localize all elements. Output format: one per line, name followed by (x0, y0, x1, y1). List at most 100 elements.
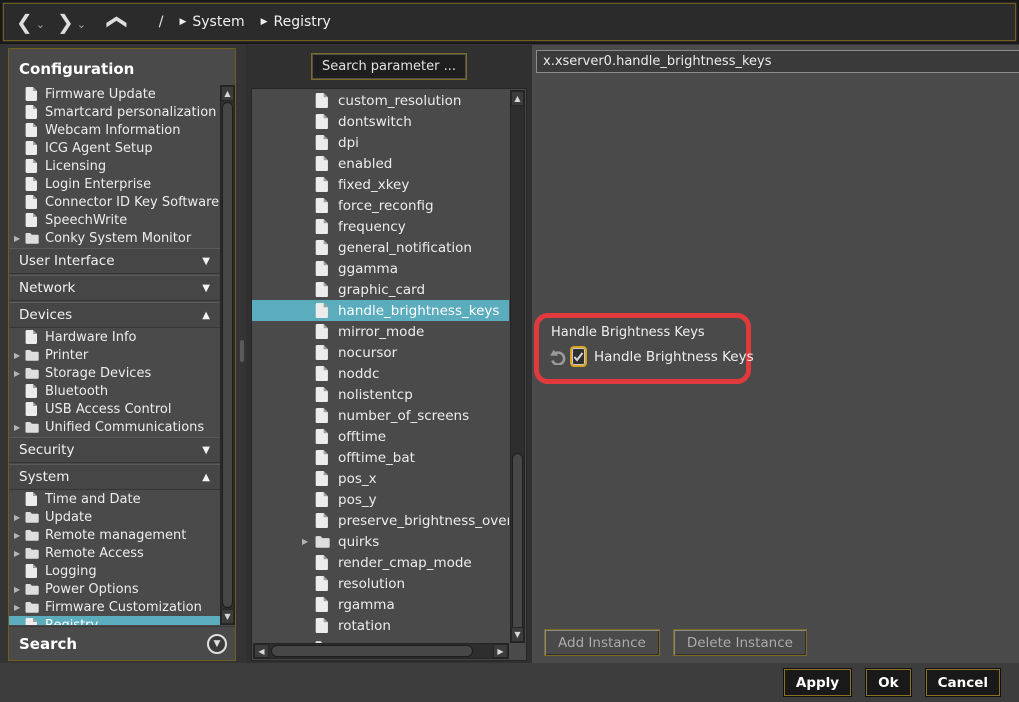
sidebar-tree-item[interactable]: ▶ Logging (9, 562, 220, 580)
tree-item-label: Update (45, 510, 92, 525)
scroll-down-icon[interactable]: ▼ (511, 627, 524, 642)
parameter-tree-item[interactable]: ▶ handle_brightness_keys (252, 300, 509, 321)
parameter-tree-item[interactable]: ▶ number_of_screens (252, 405, 509, 426)
forward-button[interactable]: ❯ (55, 12, 76, 32)
sidebar-section-header[interactable]: Security ▼ (9, 437, 220, 463)
registry-path-field[interactable] (536, 50, 1019, 73)
sidebar-tree-item[interactable]: ▶ Update (9, 508, 220, 526)
sidebar-scrollbar[interactable]: ▲ ▼ (220, 85, 235, 625)
parameter-scrollbar-vertical[interactable]: ▲ ▼ (510, 90, 525, 643)
expand-arrow-icon[interactable]: ▶ (14, 423, 25, 432)
document-icon (25, 330, 41, 344)
expand-arrow-icon[interactable]: ▶ (14, 234, 25, 243)
sidebar-tree-item[interactable]: ▶ Smartcard personalization (9, 103, 220, 121)
sidebar-tree-item[interactable]: ▶ Registry (9, 616, 220, 625)
parameter-tree-item[interactable]: ▶ (252, 636, 509, 643)
parameter-tree-item[interactable]: ▶ force_reconfig (252, 195, 509, 216)
scroll-up-icon[interactable]: ▲ (221, 86, 234, 101)
breadcrumb-registry[interactable]: Registry (274, 14, 331, 30)
reset-to-default-icon[interactable] (549, 349, 569, 365)
parameter-tree-item[interactable]: ▶ general_notification (252, 237, 509, 258)
scroll-left-icon[interactable]: ◀ (254, 644, 269, 658)
expand-arrow-icon[interactable]: ▶ (14, 531, 25, 540)
sidebar-tree-item[interactable]: ▶ Remote management (9, 526, 220, 544)
parameter-tree-item[interactable]: ▶ dpi (252, 132, 509, 153)
parameter-tree-item[interactable]: ▶ graphic_card (252, 279, 509, 300)
sidebar-tree-item[interactable]: ▶ SpeechWrite (9, 211, 220, 229)
sidebar-section-header[interactable]: System ▲ (9, 464, 220, 490)
expand-arrow-icon[interactable]: ▶ (14, 369, 25, 378)
cancel-button[interactable]: Cancel (926, 669, 1000, 696)
sidebar-search-section[interactable]: Search ▼ (9, 626, 235, 660)
parameter-tree-item[interactable]: ▶ ggamma (252, 258, 509, 279)
delete-instance-button[interactable]: Delete Instance (673, 629, 807, 656)
sidebar-tree-item[interactable]: ▶ Firmware Update (9, 85, 220, 103)
sidebar-tree-item[interactable]: ▶ Bluetooth (9, 382, 220, 400)
parameter-tree-item[interactable]: ▶ render_cmap_mode (252, 552, 509, 573)
parameter-tree-item[interactable]: ▶ offtime (252, 426, 509, 447)
parameter-tree-item[interactable]: ▶ pos_y (252, 489, 509, 510)
parameter-tree-item[interactable]: ▶ nocursor (252, 342, 509, 363)
scroll-down-icon[interactable]: ▼ (221, 609, 234, 624)
sidebar-tree-item[interactable]: ▶ USB Access Control (9, 400, 220, 418)
parameter-scrollbar-horizontal[interactable]: ◀ ▶ (253, 643, 509, 659)
forward-history-dropdown-icon[interactable]: ⌄ (77, 18, 86, 31)
handle-brightness-keys-checkbox[interactable] (572, 348, 585, 365)
scrollbar-thumb[interactable] (512, 453, 523, 633)
scrollbar-thumb[interactable] (222, 102, 233, 608)
sidebar-tree-item[interactable]: ▶ Conky System Monitor (9, 229, 220, 247)
scroll-right-icon[interactable]: ▶ (493, 644, 508, 658)
sidebar-tree-item[interactable]: ▶ Firmware Customization (9, 598, 220, 616)
expand-arrow-icon[interactable]: ▶ (14, 603, 25, 612)
sidebar-section-header[interactable]: Devices ▲ (9, 302, 220, 328)
parameter-tree-item[interactable]: ▶ custom_resolution (252, 90, 509, 111)
search-parameter-button[interactable]: Search parameter ... (311, 53, 467, 80)
parameter-tree-item[interactable]: ▶ frequency (252, 216, 509, 237)
sidebar-tree-item[interactable]: ▶ Storage Devices (9, 364, 220, 382)
parameter-tree-item[interactable]: ▶ rotation (252, 615, 509, 636)
expand-arrow-icon[interactable]: ▶ (14, 351, 25, 360)
ok-button[interactable]: Ok (866, 669, 910, 696)
parameter-tree-item[interactable]: ▶ fixed_xkey (252, 174, 509, 195)
sidebar-tree-item[interactable]: ▶ Connector ID Key Software (9, 193, 220, 211)
parameter-tree-item[interactable]: ▶ resolution (252, 573, 509, 594)
expand-arrow-icon[interactable]: ▶ (14, 513, 25, 522)
parameter-tree-item[interactable]: ▶ rgamma (252, 594, 509, 615)
scrollbar-thumb[interactable] (271, 645, 473, 657)
sidebar-tree-item[interactable]: ▶ Printer (9, 346, 220, 364)
scroll-up-icon[interactable]: ▲ (511, 91, 524, 106)
parameter-tree-item[interactable]: ▶ dontswitch (252, 111, 509, 132)
back-history-dropdown-icon[interactable]: ⌄ (36, 18, 45, 31)
back-button[interactable]: ❮ (14, 12, 35, 32)
breadcrumb-system[interactable]: System (192, 14, 244, 30)
sidebar-tree-item[interactable]: ▶ Unified Communications (9, 418, 220, 436)
parameter-tree-item[interactable]: ▶ nolistentcp (252, 384, 509, 405)
up-button[interactable]: ❯ (104, 12, 124, 33)
sidebar-tree-item[interactable]: ▶ Webcam Information (9, 121, 220, 139)
sidebar-tree-item[interactable]: ▶ ICG Agent Setup (9, 139, 220, 157)
apply-button[interactable]: Apply (784, 669, 851, 696)
add-instance-button[interactable]: Add Instance (544, 629, 660, 656)
sidebar-tree-item[interactable]: ▶ Remote Access (9, 544, 220, 562)
parameter-tree-item[interactable]: ▶ offtime_bat (252, 447, 509, 468)
parameter-tree-item[interactable]: ▶ pos_x (252, 468, 509, 489)
sidebar-tree-item[interactable]: ▶ Time and Date (9, 490, 220, 508)
sidebar-section-header[interactable]: User Interface ▼ (9, 248, 220, 274)
parameter-tree-item[interactable]: ▶ quirks (252, 531, 509, 552)
sidebar-tree-item[interactable]: ▶ Power Options (9, 580, 220, 598)
search-expand-button[interactable]: ▼ (207, 634, 227, 654)
sidebar-tree-item[interactable]: ▶ Login Enterprise (9, 175, 220, 193)
expand-arrow-icon[interactable]: ▶ (302, 537, 315, 546)
sidebar-tree-item[interactable]: ▶ Hardware Info (9, 328, 220, 346)
expand-arrow-icon[interactable]: ▶ (14, 549, 25, 558)
pane-splitter-handle[interactable] (240, 340, 244, 362)
expand-arrow-icon[interactable]: ▶ (14, 585, 25, 594)
sidebar-tree-item[interactable]: ▶ Licensing (9, 157, 220, 175)
parameter-tree-item[interactable]: ▶ noddc (252, 363, 509, 384)
parameter-tree-item[interactable]: ▶ mirror_mode (252, 321, 509, 342)
document-icon (315, 198, 333, 213)
breadcrumb-root[interactable]: / (159, 14, 164, 30)
parameter-tree-item[interactable]: ▶ enabled (252, 153, 509, 174)
sidebar-section-header[interactable]: Network ▼ (9, 275, 220, 301)
parameter-tree-item[interactable]: ▶ preserve_brightness_over_re (252, 510, 509, 531)
